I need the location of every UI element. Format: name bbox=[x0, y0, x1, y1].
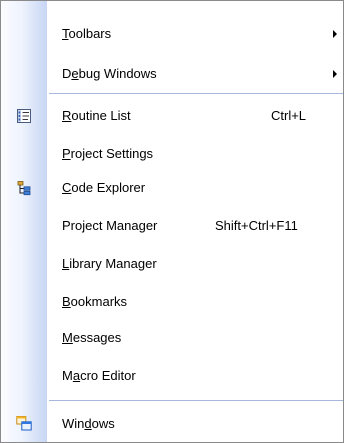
submenu-arrow-icon bbox=[333, 30, 337, 38]
view-menu: Toolbars Debug Windows Routine List Ctrl… bbox=[0, 0, 344, 443]
menu-item-label: Windows bbox=[62, 416, 115, 431]
menu-item-routine-list[interactable]: Routine List Ctrl+L bbox=[1, 101, 343, 131]
menu-item-label: Macro Editor bbox=[62, 368, 136, 383]
routine-list-icon bbox=[17, 109, 31, 123]
menu-item-windows[interactable]: Windows bbox=[1, 409, 343, 439]
menu-item-label: Code Explorer bbox=[62, 180, 146, 195]
menu-item-label: Messages bbox=[62, 330, 122, 345]
menu-item-project-manager[interactable]: Project Manager Shift+Ctrl+F11 bbox=[1, 211, 343, 241]
menu-item-label: Bookmarks bbox=[62, 294, 128, 309]
menu-item-shortcut: Ctrl+L bbox=[271, 108, 307, 123]
menu-separator bbox=[49, 400, 343, 401]
menu-item-bookmarks[interactable]: Bookmarks bbox=[1, 287, 343, 317]
menu-item-project-settings[interactable]: Project Settings bbox=[1, 139, 343, 169]
menu-item-macro-editor[interactable]: Macro Editor bbox=[1, 361, 343, 391]
code-explorer-icon bbox=[17, 181, 31, 196]
menu-item-label: Toolbars bbox=[62, 26, 112, 41]
menu-item-code-explorer[interactable]: Code Explorer bbox=[1, 173, 343, 203]
menu-item-messages[interactable]: Messages bbox=[1, 323, 343, 353]
menu-item-label: Debug Windows bbox=[62, 66, 157, 81]
menu-item-shortcut: Shift+Ctrl+F11 bbox=[215, 218, 298, 233]
menu-item-toolbars[interactable]: Toolbars bbox=[1, 19, 343, 49]
submenu-arrow-icon bbox=[333, 70, 337, 78]
menu-item-label: Project Settings bbox=[62, 146, 154, 161]
menu-item-label: Library Manager bbox=[62, 256, 157, 271]
windows-icon bbox=[16, 416, 32, 431]
menu-item-label: Project Manager bbox=[62, 218, 158, 233]
menu-item-label: Routine List bbox=[62, 108, 131, 123]
menu-separator bbox=[49, 93, 343, 94]
menu-item-debug-windows[interactable]: Debug Windows bbox=[1, 59, 343, 89]
menu-item-library-manager[interactable]: Library Manager bbox=[1, 249, 343, 279]
